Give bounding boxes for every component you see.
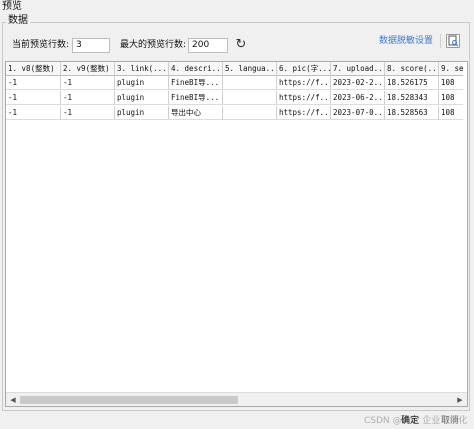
table-cell: 导出中心 <box>169 106 223 120</box>
table-cell: 18.528563 <box>385 106 439 120</box>
table-cell: plugin <box>115 76 169 90</box>
current-rows-input[interactable]: 3 <box>72 38 110 53</box>
table-cell: 18.528343 <box>385 91 439 105</box>
column-header[interactable]: 4. descri... <box>169 62 223 76</box>
current-rows-label: 当前预览行数: <box>12 40 70 50</box>
toolbar-divider <box>440 34 441 48</box>
table-cell: https://f... <box>277 106 331 120</box>
table-row[interactable]: -1 -1 plugin 导出中心 https://f... 2023-07-0… <box>6 106 463 120</box>
table-cell: 18.526175 <box>385 76 439 90</box>
table-cell: -1 <box>61 106 115 120</box>
table-cell: 108 <box>439 76 463 90</box>
table-cell: https://f... <box>277 91 331 105</box>
table-cell: -1 <box>6 91 61 105</box>
table-header: 1. v8(整数) 2. v9(整数) 3. link(... 4. descr… <box>6 62 463 76</box>
table-cell: -1 <box>61 76 115 90</box>
table-cell: -1 <box>61 91 115 105</box>
column-header[interactable]: 6. pic(字... <box>277 62 331 76</box>
table-cell: 108 <box>439 91 463 105</box>
table-row[interactable]: -1 -1 plugin FineBI导... https://f... 202… <box>6 76 463 90</box>
column-header[interactable]: 2. v9(整数) <box>61 62 115 76</box>
table-cell <box>223 106 277 120</box>
table-cell: https://f... <box>277 76 331 90</box>
export-icon[interactable] <box>446 34 460 48</box>
data-masking-settings-link[interactable]: 数据脱敏设置 <box>379 35 433 47</box>
table-cell: 108 <box>439 106 463 120</box>
table-cell: plugin <box>115 106 169 120</box>
refresh-icon[interactable]: ↻ <box>234 38 248 52</box>
table-cell <box>223 76 277 90</box>
table-row[interactable]: -1 -1 plugin FineBI导... https://f... 202… <box>6 91 463 105</box>
table-cell: 2023-07-0... <box>331 106 385 120</box>
scrollbar-thumb[interactable] <box>20 396 238 404</box>
group-label: 数据 <box>6 15 30 27</box>
column-header[interactable]: 5. langua... <box>223 62 277 76</box>
window-title: 预览 <box>0 0 474 14</box>
table-cell: -1 <box>6 106 61 120</box>
preview-table: 1. v8(整数) 2. v9(整数) 3. link(... 4. descr… <box>5 61 468 407</box>
table-cell: plugin <box>115 91 169 105</box>
table-cell <box>223 91 277 105</box>
table-cell: -1 <box>6 76 61 90</box>
column-header[interactable]: 7. upload... <box>331 62 385 76</box>
column-header[interactable]: 3. link(... <box>115 62 169 76</box>
scroll-left-icon[interactable]: ◀ <box>6 393 20 407</box>
column-header[interactable]: 1. v8(整数) <box>6 62 61 76</box>
max-rows-input[interactable]: 200 <box>188 38 228 53</box>
scroll-right-icon[interactable]: ▶ <box>453 393 467 407</box>
column-header[interactable]: 8. score(... <box>385 62 439 76</box>
column-header[interactable]: 9. sel <box>439 62 463 76</box>
table-cell: 2023-02-2... <box>331 76 385 90</box>
max-rows-label: 最大的预览行数: <box>120 40 187 50</box>
cancel-button[interactable]: 取消 <box>430 414 470 429</box>
confirm-button[interactable]: 确定 <box>392 414 428 429</box>
horizontal-scrollbar[interactable]: ◀ ▶ <box>6 392 467 406</box>
table-cell: 2023-06-2... <box>331 91 385 105</box>
table-cell: FineBI导... <box>169 76 223 90</box>
table-cell: FineBI导... <box>169 91 223 105</box>
